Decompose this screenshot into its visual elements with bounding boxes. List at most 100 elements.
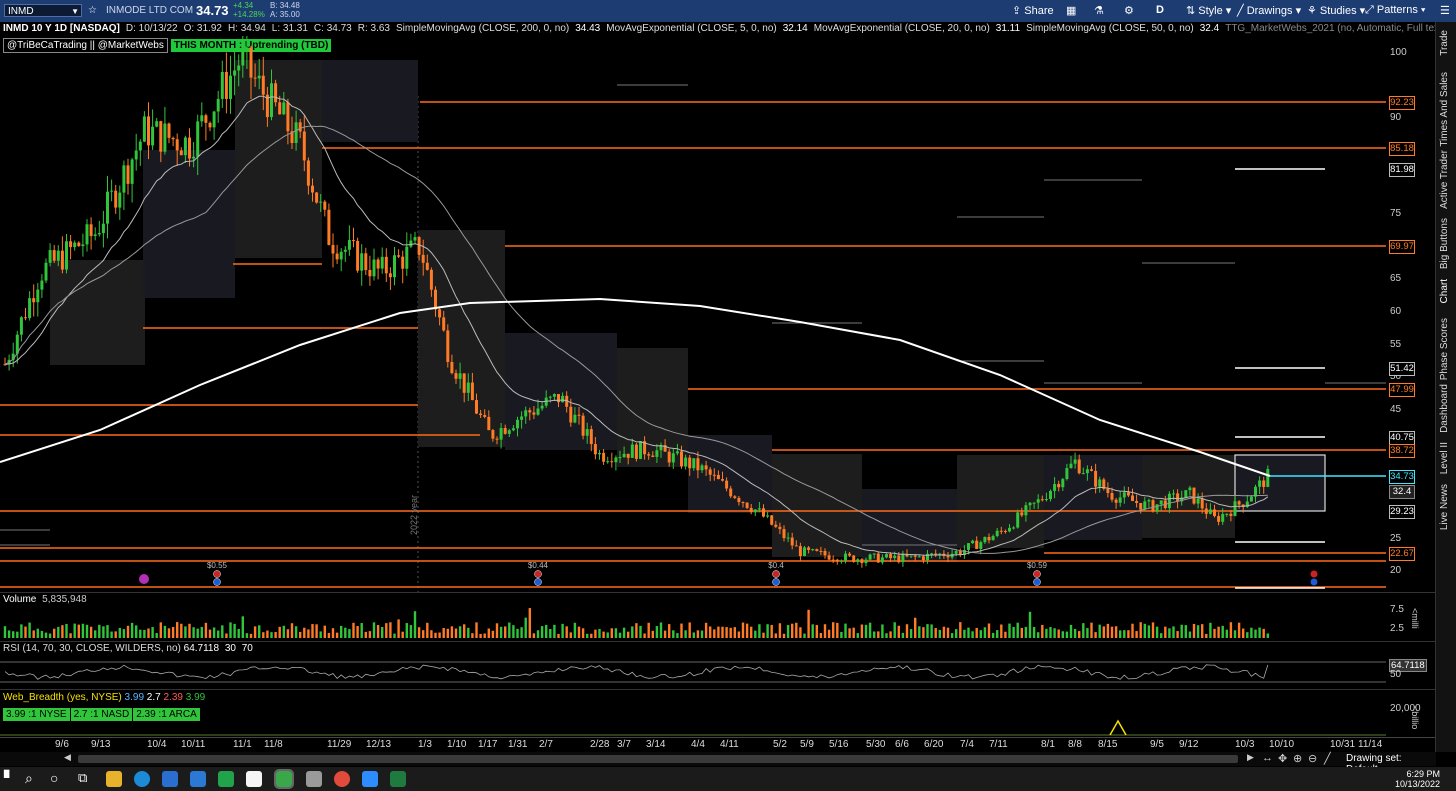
zoom-out-icon[interactable]: ⊖ [1308,752,1317,765]
volume-bar [803,633,806,638]
rsi-ob: 30 [224,643,236,654]
zoom-app-icon[interactable] [362,771,378,787]
symbol-selector[interactable]: INMD ▼ [4,4,82,17]
candle-body [794,545,798,547]
app-icon[interactable] [306,771,322,787]
volume-bar [417,627,421,638]
sidebar-live-news[interactable]: Live News [1439,484,1450,530]
candle-body [979,542,983,550]
notepad-icon[interactable] [246,771,262,787]
drawings-button[interactable]: ╱ Drawings ▾ [1237,4,1301,17]
study-ema20[interactable]: MovAvgExponential (CLOSE, 20, 0, no) [814,23,990,34]
pane-divider[interactable] [0,592,1436,593]
draw-icon[interactable]: ╱ [1324,752,1331,765]
sidebar-times-and-sales[interactable]: Times And Sales [1439,72,1450,147]
candle-body [725,480,729,489]
volume-bar [450,626,454,638]
share-button[interactable]: ⇪ Share [1012,4,1054,17]
study-sma200[interactable]: SimpleMovingAvg (CLOSE, 200, 0, no) [396,23,569,34]
patterns-button[interactable]: ⤢ Patterns ▾ [1365,4,1426,17]
sidebar-level-ii[interactable]: Level II [1439,442,1450,474]
volume-bar [1164,626,1167,638]
candle-body [1151,500,1155,512]
candle-body [454,373,458,379]
volume-bar [778,623,782,638]
candle-body [495,438,499,440]
volume-bar [20,624,23,638]
breadth-label: Web_Breadth (yes, NYSE) [3,692,122,703]
pan-icon[interactable]: ↔ [1262,752,1273,764]
sidebar-active-trader[interactable]: Active Trader [1439,150,1450,209]
scroll-thumb[interactable] [78,755,1238,763]
scroll-right-icon[interactable]: ▶ [1247,752,1254,763]
volume-bar [729,627,732,638]
company-name: INMODE LTD COM [106,5,194,16]
pane-divider[interactable] [0,689,1436,690]
candle-body [557,394,560,403]
volume-bar [442,627,445,638]
study-sma50[interactable]: SimpleMovingAvg (CLOSE, 50, 0, no) [1026,23,1194,34]
excel-icon[interactable] [390,771,406,787]
studies-button[interactable]: ⚘ Studies ▾ [1307,4,1365,17]
volume-bar [290,623,294,638]
study-ttg[interactable]: TTG_MarketWebs_2021 (no, Automatic, Full… [1225,23,1436,34]
volume-bar [1123,630,1126,638]
candle-body [864,559,868,564]
sidebar-phase-scores[interactable]: Phase Scores [1439,318,1450,380]
windows-taskbar: ▘ ⌕ ○ ⧉ 6:29 PM 10/13/2022 [0,767,1456,791]
menu-icon[interactable]: ☰ [1440,4,1450,17]
move-icon[interactable]: ✥ [1278,752,1287,765]
thinkorswim-icon[interactable] [274,769,294,789]
candle-body [995,530,999,537]
sidebar-trade[interactable]: Trade [1439,30,1450,56]
sidebar-chart[interactable]: Chart [1439,279,1450,303]
file-explorer-icon[interactable] [106,771,122,787]
chart-scrollbar[interactable]: ◀ ▶ ↔ ✥ ⊕ ⊖ ╱ Drawing set: Default [0,752,1436,775]
candle-body [880,557,884,563]
sidebar-big-buttons[interactable]: Big Buttons [1439,218,1450,269]
ohlc-high: H: 34.94 [227,23,266,34]
pane-divider[interactable] [0,641,1436,642]
volume-bar [7,630,11,638]
rsi-chart[interactable] [0,655,1386,687]
cortana-icon[interactable]: ○ [50,770,58,786]
gear-icon[interactable]: ⚙ [1124,4,1134,17]
level-tag: 85.18 [1389,142,1415,156]
level-tag: 51.42 [1389,362,1415,376]
volume-bar [1217,626,1220,638]
scroll-left-icon[interactable]: ◀ [64,752,71,763]
candle-body [839,560,843,562]
grid-icon[interactable]: ▦ [1066,4,1076,17]
chrome-icon[interactable] [334,771,350,787]
windows-start-icon[interactable]: ▘ [4,770,15,787]
app-icon[interactable] [218,771,234,787]
candle-body [680,451,683,467]
volume-bar [1192,623,1196,638]
timeframe-button[interactable]: D [1156,4,1164,16]
task-view-icon[interactable]: ⧉ [78,770,87,786]
volume-bar [1237,622,1241,638]
star-icon[interactable]: ☆ [88,5,97,16]
sidebar-dashboard[interactable]: Dashboard [1439,384,1450,433]
study-ema5[interactable]: MovAvgExponential (CLOSE, 5, 0, no) [606,23,776,34]
volume-bar [864,624,868,638]
volume-bar [303,627,306,638]
style-button[interactable]: ⇅ Style ▾ [1186,4,1231,17]
candle-body [971,540,975,544]
candle-body [757,508,761,510]
volume-chart[interactable] [0,600,1386,640]
store-icon[interactable] [162,771,178,787]
breadth-chart[interactable] [0,717,1386,737]
candle-body [1184,490,1188,498]
level-tag: 34.73 [1389,470,1415,484]
mail-icon[interactable] [190,771,206,787]
price-chart[interactable]: $0.55 $0.44 $0.4 $0.59 [0,36,1386,592]
volume-bar [110,631,113,638]
volume-bar [188,623,191,638]
edge-icon[interactable] [134,771,150,787]
candle-body [540,405,544,409]
zoom-in-icon[interactable]: ⊕ [1293,752,1302,765]
flask-icon[interactable]: ⚗ [1094,4,1104,17]
search-icon[interactable]: ⌕ [25,770,33,787]
system-clock[interactable]: 6:29 PM 10/13/2022 [1395,769,1440,789]
